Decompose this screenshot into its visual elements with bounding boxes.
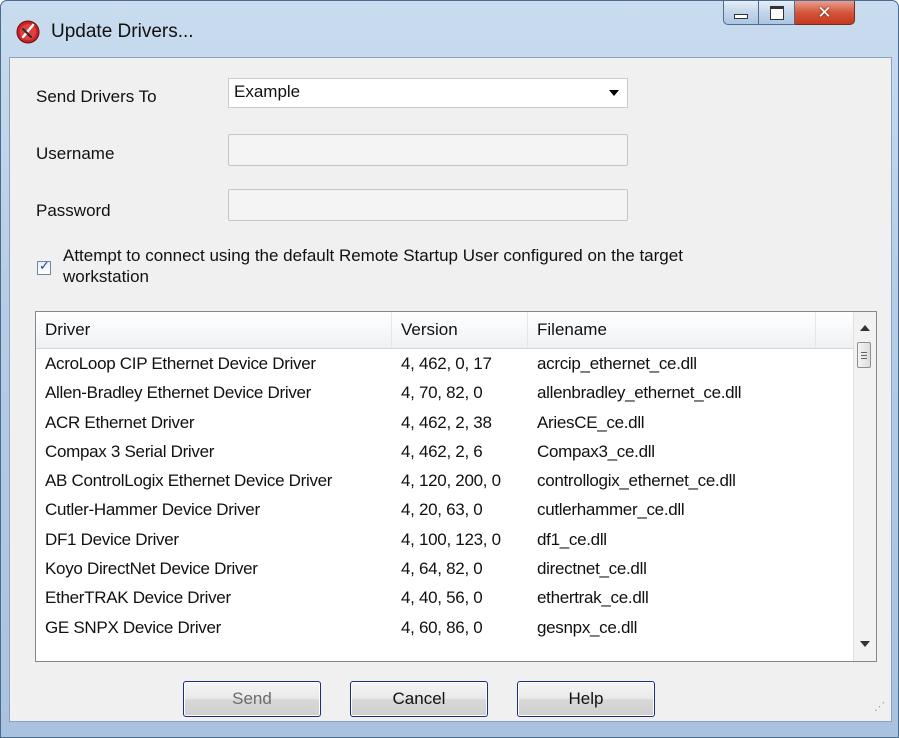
filename-cell: df1_ce.dll [537,529,607,549]
application-icon [16,20,40,44]
minimize-button[interactable] [723,1,759,25]
driver-cell: ACR Ethernet Driver [45,412,195,432]
table-row[interactable]: EtherTRAK Device Driver 4, 40, 56, 0 ether… [36,583,854,612]
version-cell: 4, 64, 82, 0 [401,559,483,579]
maximize-icon [769,5,784,20]
drivers-list[interactable]: Driver Version Filename AcroLoop CIP Eth… [35,311,877,662]
driver-cell: Koyo DirectNet Device Driver [45,559,258,579]
remote-startup-user-label[interactable]: Attempt to connect using the default Rem… [63,245,763,287]
send-button[interactable]: Send [183,681,321,717]
username-field[interactable] [228,134,628,166]
close-icon: ✕ [817,2,832,23]
driver-cell: GE SNPX Device Driver [45,617,222,637]
username-label: Username [36,144,115,163]
table-row[interactable]: GE SNPX Device Driver 4, 60, 86, 0 gesnpx_… [36,613,854,642]
send-drivers-to-dropdown[interactable]: Example [228,78,628,108]
list-header: Driver Version Filename [36,312,854,349]
version-cell: 4, 60, 86, 0 [401,617,483,637]
table-row[interactable]: DF1 Device Driver 4, 100, 123, 0 df1_ce.dl… [36,525,854,554]
filename-cell: allenbradley_ethernet_ce.dll [537,383,742,403]
table-row[interactable]: AcroLoop CIP Ethernet Device Driver 4, 46… [36,349,854,378]
filename-cell: controllogix_ethernet_ce.dll [537,471,736,491]
version-cell: 4, 100, 123, 0 [401,529,501,549]
help-button[interactable]: Help [517,681,655,717]
filename-cell: ethertrak_ce.dll [537,588,649,608]
filename-cell: directnet_ce.dll [537,559,647,579]
cancel-button[interactable]: Cancel [350,681,488,717]
window-title: Update Drivers... [51,21,194,42]
close-button[interactable]: ✕ [795,1,855,25]
filename-cell: cutlerhammer_ce.dll [537,500,685,520]
column-header-filename[interactable]: Filename [528,312,816,348]
filename-cell: AriesCE_ce.dll [537,412,645,432]
driver-cell: DF1 Device Driver [45,529,179,549]
table-row[interactable]: AB ControlLogix Ethernet Device Driver 4,… [36,466,854,495]
driver-cell: AB ControlLogix Ethernet Device Driver [45,471,333,491]
version-cell: 4, 462, 2, 6 [401,441,483,461]
version-cell: 4, 462, 0, 17 [401,354,492,373]
send-drivers-to-value: Example [234,82,301,101]
filename-cell: gesnpx_ce.dll [537,617,638,637]
dialog-client-area: Send Drivers To Example Username Passwor… [9,57,892,722]
filename-cell: Compax3_ce.dll [537,441,655,461]
driver-cell: Cutler-Hammer Device Driver [45,500,260,520]
list-scrollbar[interactable] [853,312,876,661]
table-row[interactable]: Compax 3 Serial Driver 4, 462, 2, 6 Compax… [36,437,854,466]
scroll-up-icon[interactable] [860,325,870,331]
caption-buttons: ✕ [723,1,855,27]
maximize-button[interactable] [759,1,795,25]
column-header-version[interactable]: Version [392,312,528,348]
version-cell: 4, 20, 63, 0 [401,500,483,520]
filename-cell: acrcip_ethernet_ce.dll [537,354,697,373]
version-cell: 4, 40, 56, 0 [401,588,483,608]
table-row[interactable]: ACR Ethernet Driver 4, 462, 2, 38 AriesCE_… [36,408,854,437]
driver-cell: AcroLoop CIP Ethernet Device Driver [45,354,316,373]
table-row[interactable]: Cutler-Hammer Device Driver 4, 20, 63, 0 c… [36,495,854,524]
version-cell: 4, 70, 82, 0 [401,383,483,403]
send-drivers-to-label: Send Drivers To [36,87,157,106]
password-field[interactable] [228,189,628,221]
scroll-thumb[interactable] [857,342,871,368]
driver-cell: Compax 3 Serial Driver [45,441,215,461]
chevron-down-icon [609,90,619,96]
list-body: AcroLoop CIP Ethernet Device Driver 4, 46… [36,349,854,642]
minimize-icon [734,14,748,19]
remote-startup-user-checkbox[interactable]: ✓ [37,259,51,275]
update-drivers-window: Update Drivers... ✕ Send Drivers To Exam… [0,0,899,738]
table-row[interactable]: Allen-Bradley Ethernet Device Driver 4, 7… [36,378,854,407]
table-row[interactable]: Koyo DirectNet Device Driver 4, 64, 82, 0… [36,554,854,583]
password-label: Password [36,201,111,220]
driver-cell: Allen-Bradley Ethernet Device Driver [45,383,312,403]
checkmark-icon: ✓ [39,259,50,274]
scroll-down-icon[interactable] [860,641,870,647]
version-cell: 4, 462, 2, 38 [401,412,492,432]
resize-grip-icon[interactable]: ⋰ [874,700,885,713]
version-cell: 4, 120, 200, 0 [401,471,501,491]
column-header-driver[interactable]: Driver [36,312,392,348]
driver-cell: EtherTRAK Device Driver [45,588,231,608]
title-bar[interactable]: Update Drivers... ✕ [1,1,898,45]
